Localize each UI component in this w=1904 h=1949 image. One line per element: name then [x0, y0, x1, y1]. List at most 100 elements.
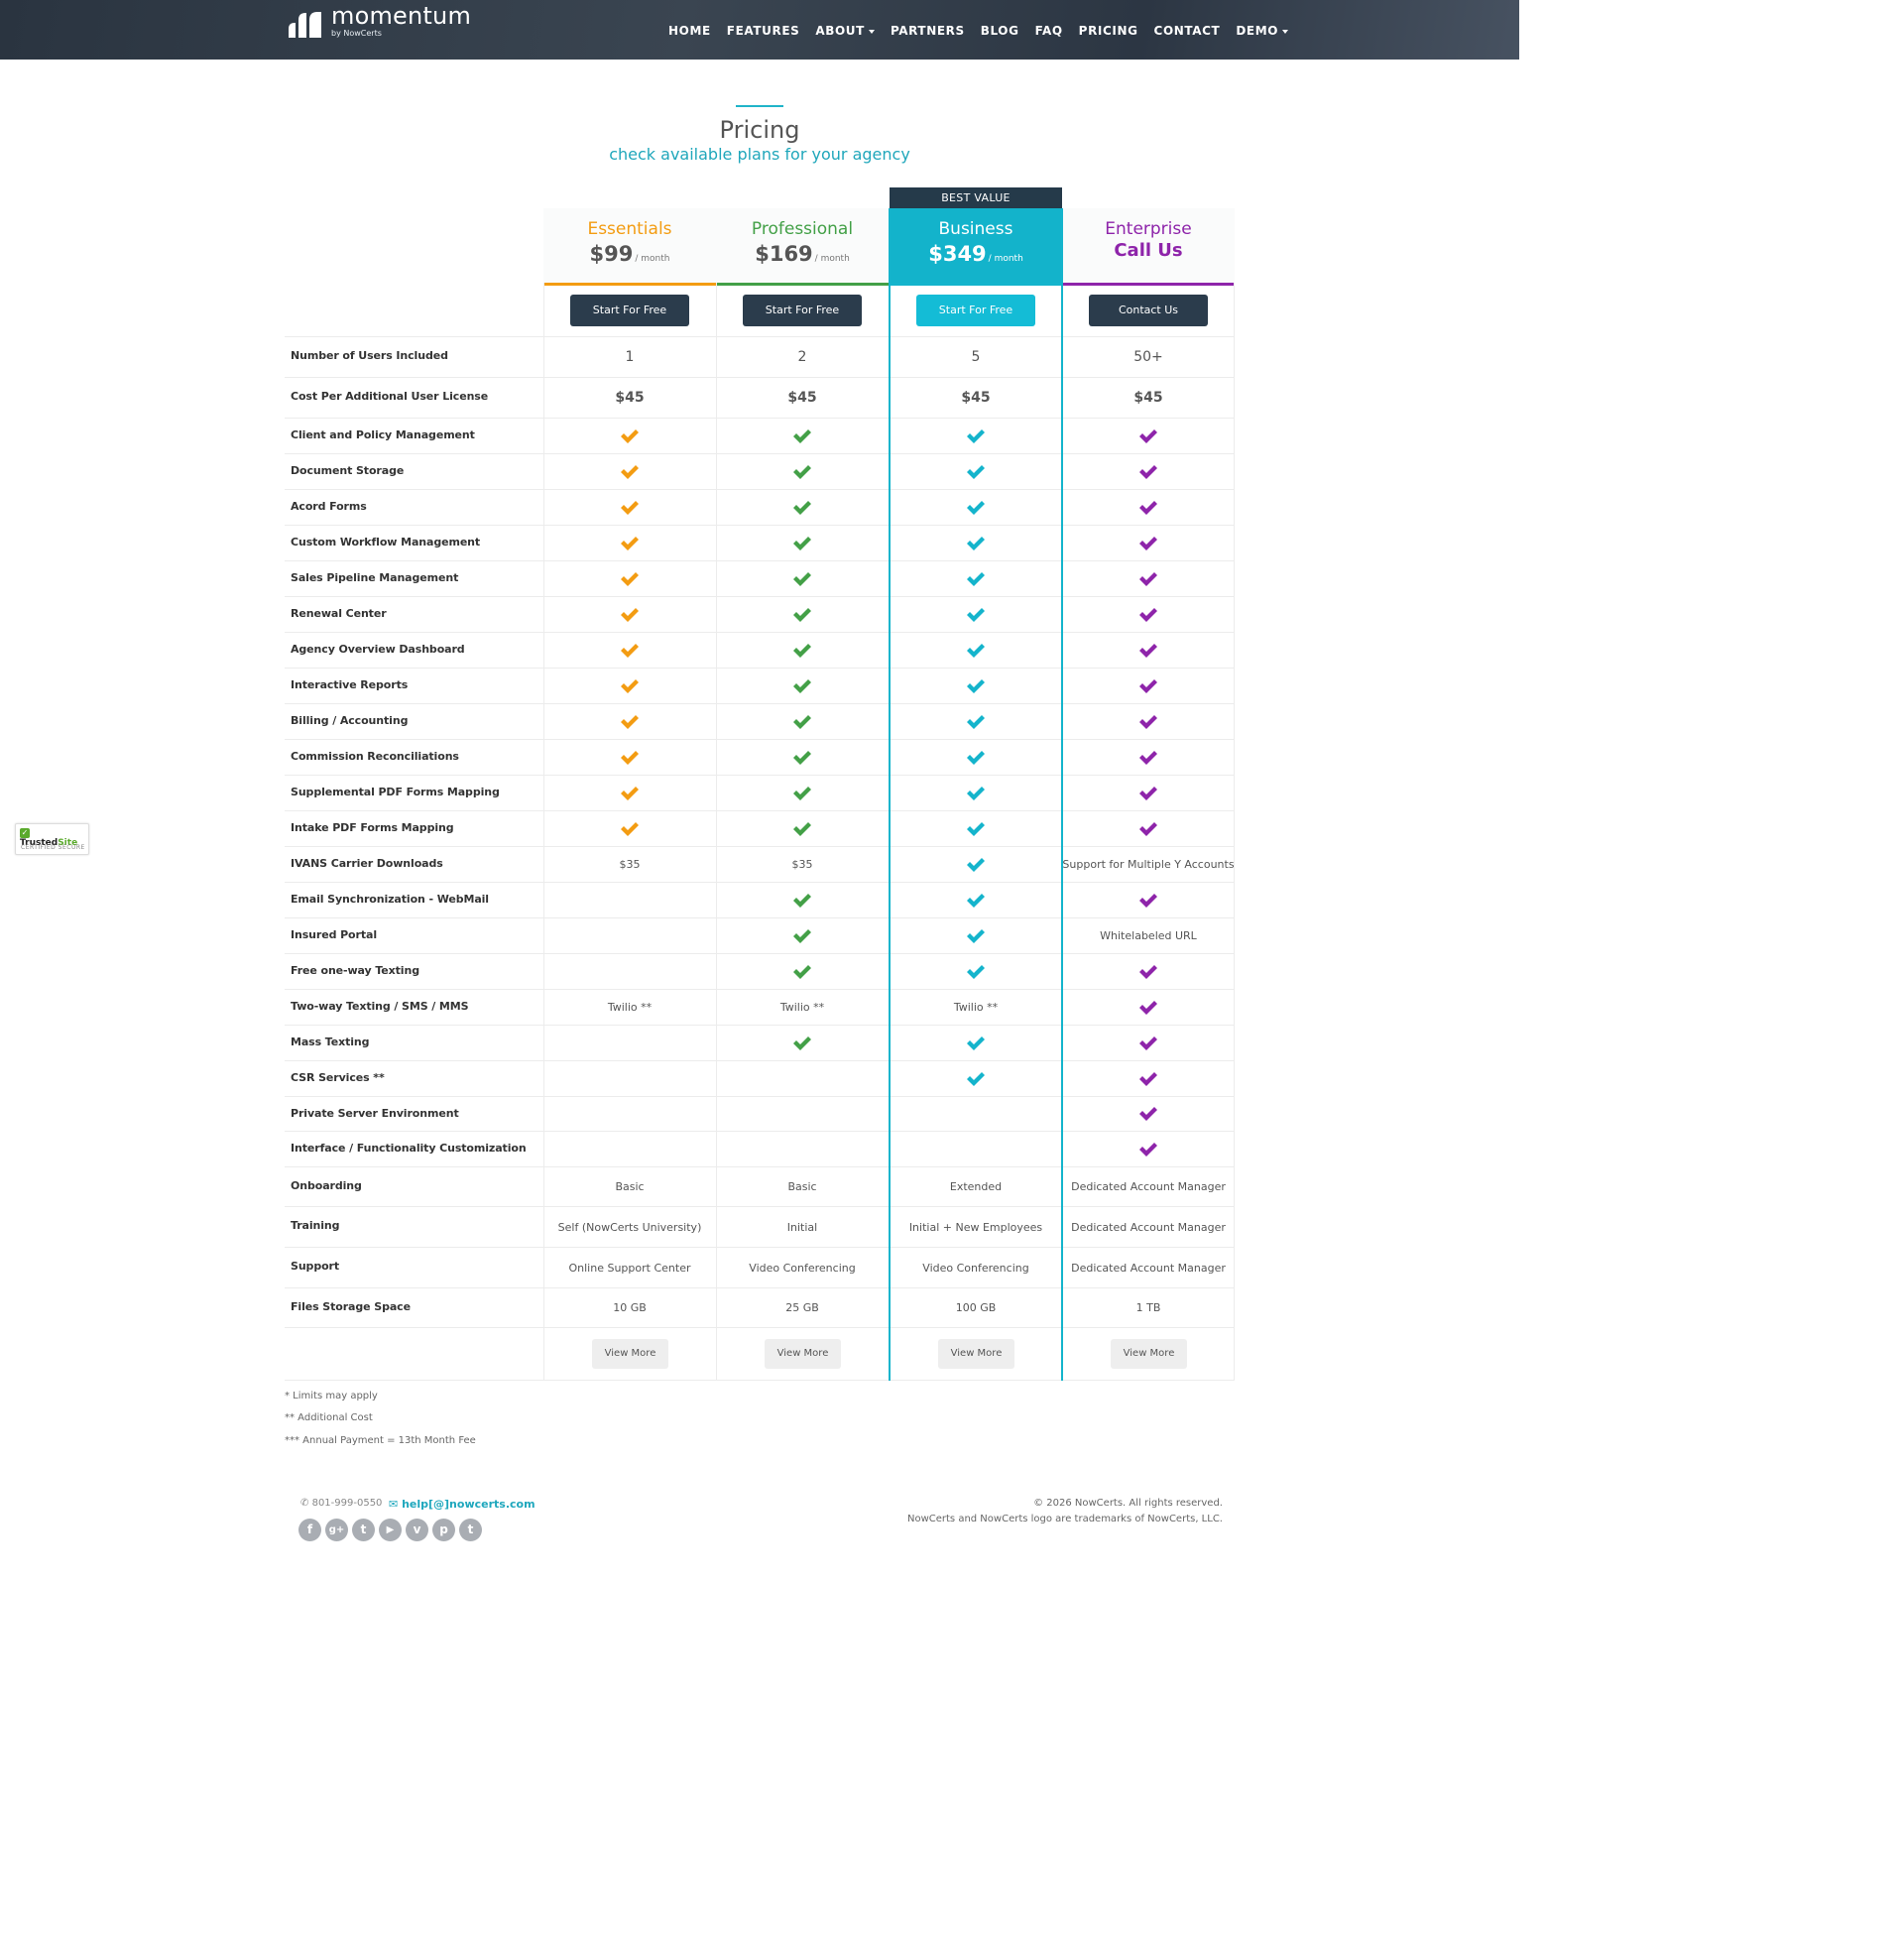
checkmark-icon [1139, 643, 1157, 658]
feature-value: Twilio ** [953, 1001, 999, 1014]
feature-cell-business [890, 597, 1062, 632]
feature-cell-enterprise [1062, 883, 1235, 917]
feature-value: $45 [1133, 390, 1163, 406]
feature-cell-business [890, 704, 1062, 739]
contact-us-button[interactable]: Contact Us [1089, 295, 1208, 326]
column-divider [889, 208, 891, 1381]
feature-value: Twilio ** [607, 1001, 653, 1014]
momentum-logo-mark-icon [289, 12, 321, 38]
view-more-button[interactable]: View More [1111, 1339, 1187, 1369]
nav-home[interactable]: HOME [668, 24, 711, 42]
feature-row: Billing / Accounting [285, 703, 1235, 739]
checkmark-icon [967, 571, 985, 586]
feature-label: Cost Per Additional User License [291, 390, 489, 403]
vimeo-icon[interactable]: v [406, 1519, 428, 1541]
footnote-additional-cost: ** Additional Cost [285, 1412, 373, 1423]
momentum-logo[interactable]: momentum by NowCerts [288, 2, 476, 46]
feature-cell-enterprise: Whitelabeled URL [1062, 918, 1235, 953]
feature-label: Custom Workflow Management [291, 536, 481, 548]
plan-color-bar [890, 283, 1062, 286]
feature-value: $45 [787, 390, 817, 406]
feature-cell-business [890, 419, 1062, 453]
checkmark-icon [621, 678, 639, 693]
footer-email-link[interactable]: ✉ help[@]nowcerts.com [389, 1498, 536, 1511]
price-amount: $349 [928, 242, 987, 266]
feature-cell-enterprise [1062, 633, 1235, 668]
facebook-icon[interactable]: f [298, 1519, 321, 1541]
youtube-icon[interactable]: ▶ [379, 1519, 402, 1541]
feature-cell-essentials [543, 918, 716, 953]
feature-cell-professional [716, 1132, 889, 1166]
feature-cell-business: Extended [890, 1167, 1062, 1206]
start-for-free-button[interactable]: Start For Free [916, 295, 1035, 326]
feature-cell-enterprise [1062, 597, 1235, 632]
feature-label: Private Server Environment [291, 1107, 459, 1120]
nav-blog[interactable]: BLOG [981, 24, 1019, 42]
view-more-button[interactable]: View More [765, 1339, 841, 1369]
plan-price: $349/ month [890, 242, 1062, 266]
feature-value: 1 [625, 349, 635, 365]
feature-label: Renewal Center [291, 607, 387, 620]
feature-cell-business [890, 561, 1062, 596]
main-nav: HOME FEATURES ABOUT PARTNERS BLOG FAQ PR… [660, 24, 1296, 42]
plan-name: Business [938, 219, 1013, 239]
view-more-button[interactable]: View More [592, 1339, 668, 1369]
column-divider [1061, 208, 1063, 1381]
view-more-button[interactable]: View More [938, 1339, 1014, 1369]
feature-cell-professional: 25 GB [716, 1288, 889, 1327]
plan-color-bar [543, 283, 716, 286]
feature-cell-professional: 2 [716, 337, 889, 377]
feature-cell-professional [716, 954, 889, 989]
feature-cell-business [890, 776, 1062, 810]
footnote-annual-payment: *** Annual Payment = 13th Month Fee [285, 1435, 476, 1446]
nav-partners[interactable]: PARTNERS [891, 24, 965, 42]
feature-cell-enterprise [1062, 811, 1235, 846]
trustedsite-badge[interactable]: ✓TrustedSite CERTIFIED SECURE [15, 823, 89, 855]
checkmark-icon [793, 500, 811, 515]
feature-row: Acord Forms [285, 489, 1235, 525]
feature-row: Onboarding Basic Basic Extended Dedicated Ac… [285, 1166, 1235, 1206]
nav-features[interactable]: FEATURES [727, 24, 800, 42]
feature-cell-enterprise [1062, 1061, 1235, 1096]
feature-value: $45 [615, 390, 645, 406]
checkmark-icon [793, 714, 811, 729]
nav-about[interactable]: ABOUT [815, 24, 875, 42]
feature-value: Initial [786, 1220, 818, 1234]
checkmark-icon [793, 571, 811, 586]
checkmark-icon [621, 786, 639, 800]
feature-label: Mass Texting [291, 1035, 370, 1048]
plan-header-professional: Professional $169/ month [716, 208, 889, 285]
feature-cell-enterprise [1062, 419, 1235, 453]
feature-cell-business [890, 883, 1062, 917]
pinterest-icon[interactable]: p [432, 1519, 455, 1541]
nav-faq[interactable]: FAQ [1035, 24, 1063, 42]
start-for-free-button[interactable]: Start For Free [743, 295, 862, 326]
feature-cell-enterprise: $45 [1062, 378, 1235, 418]
nav-demo[interactable]: DEMO [1236, 24, 1289, 42]
start-for-free-button[interactable]: Start For Free [570, 295, 689, 326]
tumblr-icon[interactable]: t [459, 1519, 482, 1541]
checkmark-icon [793, 964, 811, 979]
feature-cell-essentials [543, 776, 716, 810]
feature-value: Video Conferencing [749, 1261, 856, 1275]
twitter-icon[interactable]: t [352, 1519, 375, 1541]
google-plus-icon[interactable]: g+ [325, 1519, 348, 1541]
nav-pricing[interactable]: PRICING [1079, 24, 1138, 42]
feature-value: Whitelabeled URL [1100, 929, 1197, 942]
feature-cell-essentials [543, 1097, 716, 1131]
checkmark-icon [1139, 678, 1157, 693]
nav-contact[interactable]: CONTACT [1154, 24, 1221, 42]
feature-cell-professional [716, 526, 889, 560]
feature-cell-essentials: 1 [543, 337, 716, 377]
feature-cell-essentials [543, 490, 716, 525]
feature-value: 50+ [1133, 349, 1163, 365]
feature-cell-enterprise [1062, 954, 1235, 989]
price-period: / month [635, 254, 670, 264]
checkmark-icon [967, 500, 985, 515]
checkmark-icon [793, 1035, 811, 1050]
checkmark-icon [1139, 428, 1157, 443]
feature-cell-enterprise: Dedicated Account Manager [1062, 1167, 1235, 1206]
price-period: / month [988, 254, 1023, 264]
checkmark-icon [1139, 1107, 1157, 1121]
feature-row: Two-way Texting / SMS / MMS Twilio ** Twil… [285, 989, 1235, 1025]
